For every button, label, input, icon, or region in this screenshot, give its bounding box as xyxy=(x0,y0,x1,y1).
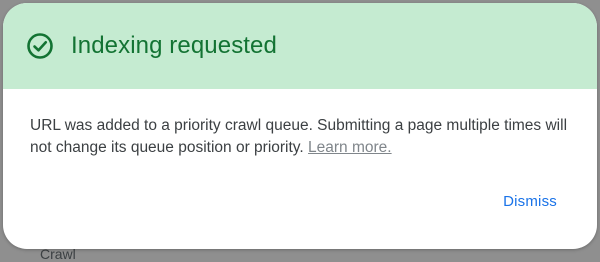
check-circle-icon xyxy=(26,32,54,60)
dialog-title: Indexing requested xyxy=(71,32,277,59)
dialog-header: Indexing requested xyxy=(3,3,597,89)
dialog-actions: Dismiss xyxy=(503,193,557,211)
indexing-requested-dialog: Indexing requested URL was added to a pr… xyxy=(3,3,597,249)
dismiss-button[interactable]: Dismiss xyxy=(503,193,557,210)
learn-more-link[interactable]: Learn more. xyxy=(308,139,392,156)
dialog-message: URL was added to a priority crawl queue.… xyxy=(30,117,568,156)
dialog-body: URL was added to a priority crawl queue.… xyxy=(3,89,597,159)
